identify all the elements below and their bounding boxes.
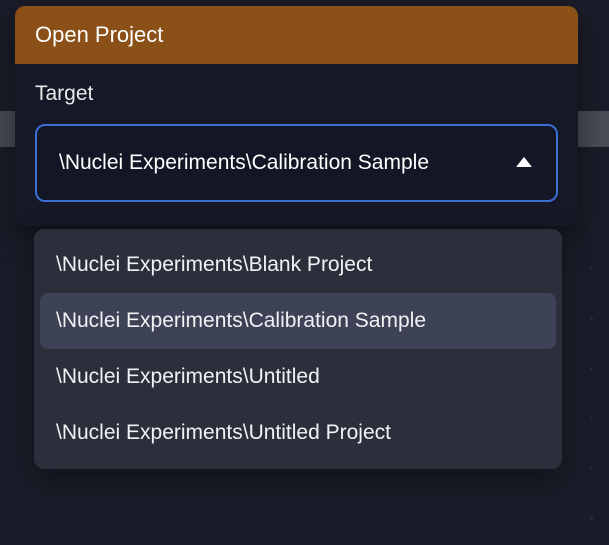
dialog-body: Target \Nuclei Experiments\Calibration S… xyxy=(15,64,578,226)
target-select[interactable]: \Nuclei Experiments\Calibration Sample xyxy=(35,124,558,202)
dialog-title: Open Project xyxy=(35,22,163,48)
dropdown-item[interactable]: \Nuclei Experiments\Untitled Project xyxy=(40,405,556,461)
dropdown-item[interactable]: \Nuclei Experiments\Untitled xyxy=(40,349,556,405)
dropdown-item[interactable]: \Nuclei Experiments\Calibration Sample xyxy=(40,293,556,349)
target-label: Target xyxy=(35,82,558,106)
dropdown-item[interactable]: \Nuclei Experiments\Blank Project xyxy=(40,237,556,293)
dialog-header: Open Project xyxy=(15,6,578,64)
target-dropdown: \Nuclei Experiments\Blank Project\Nuclei… xyxy=(34,229,562,469)
chevron-up-icon xyxy=(516,154,532,172)
open-project-dialog: Open Project Target \Nuclei Experiments\… xyxy=(15,6,578,226)
target-select-value: \Nuclei Experiments\Calibration Sample xyxy=(59,151,429,175)
